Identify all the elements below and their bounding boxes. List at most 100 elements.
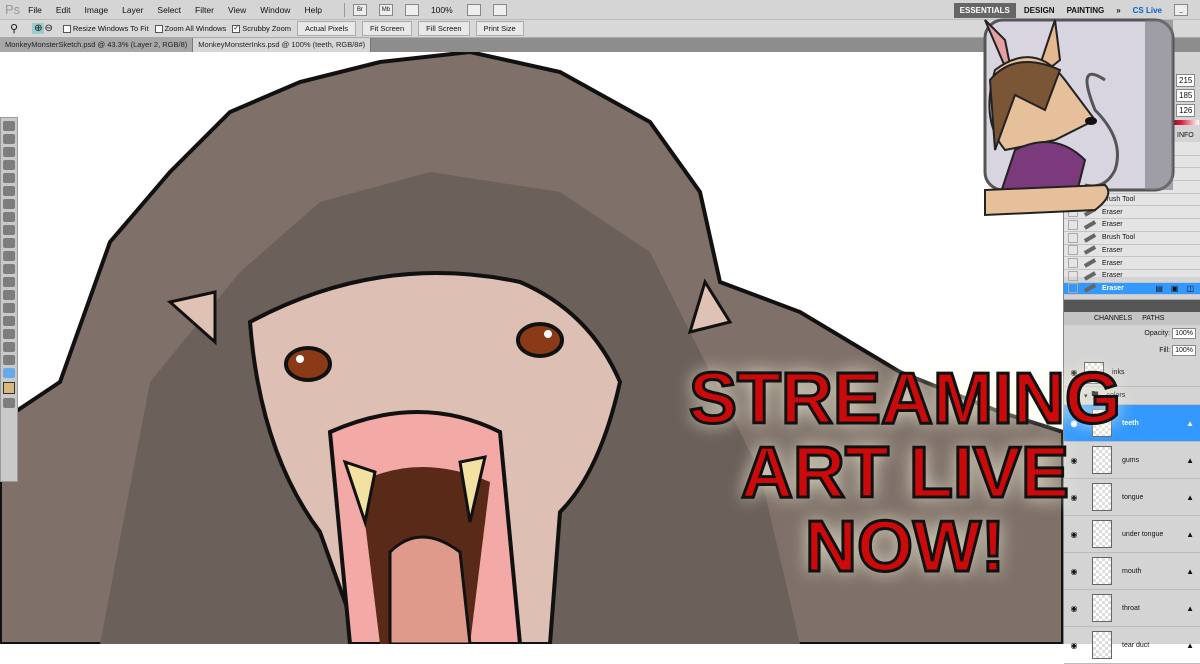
layers-tabs: CHANNELS PATHS (1064, 312, 1200, 325)
history-label: Brush Tool (1102, 234, 1135, 242)
zoom-tool-icon[interactable] (3, 368, 15, 378)
zoom-level-select[interactable]: 100% (431, 5, 453, 15)
menu-file[interactable]: File (28, 5, 42, 15)
move-tool-icon[interactable] (3, 121, 15, 131)
minibridge-icon[interactable]: Mb (378, 3, 393, 16)
panel-divider (1064, 300, 1200, 312)
lock-icon: ▲ (1186, 418, 1194, 428)
hand-tool-icon[interactable] (3, 355, 15, 365)
snapshot-source-box[interactable] (1068, 245, 1078, 256)
scrubby-zoom-label: Scrubby Zoom (242, 24, 292, 33)
shape-tool-icon[interactable] (3, 342, 15, 352)
history-brush-tool-icon[interactable] (3, 238, 15, 248)
layer-row[interactable]: ◉ tear duct ▲ (1064, 627, 1200, 664)
menu-image[interactable]: Image (85, 5, 109, 15)
layer-name: tear duct (1122, 641, 1150, 649)
tab-inks[interactable]: MonkeyMonsterInks.psd @ 100% (teeth, RGB… (193, 38, 372, 52)
resize-windows-checkbox[interactable] (62, 24, 71, 33)
zoom-all-checkbox[interactable] (154, 24, 163, 33)
dodge-tool-icon[interactable] (3, 290, 15, 300)
minimize-button[interactable]: _ (1174, 4, 1188, 16)
eraser-tool-icon[interactable] (3, 251, 15, 261)
lock-icon: ▲ (1186, 603, 1194, 613)
snapshot-source-box[interactable] (1068, 283, 1078, 294)
snapshot-source-box[interactable] (1068, 258, 1078, 269)
zoom-tool-icon[interactable]: ⚲ (10, 22, 18, 35)
lock-icon: ▲ (1186, 640, 1194, 650)
snapshot-source-box[interactable] (1068, 270, 1078, 281)
layer-thumbnail (1092, 631, 1112, 659)
scrubby-zoom-checkbox[interactable]: ✓ (232, 24, 241, 33)
new-snapshot-icon[interactable]: ▣ (1171, 284, 1179, 293)
opacity-label: Opacity: (1144, 330, 1171, 337)
bridge-icon[interactable]: Br (352, 3, 367, 16)
blur-tool-icon[interactable] (3, 277, 15, 287)
layer-name: throat (1122, 604, 1140, 612)
brush-tool-icon[interactable] (3, 212, 15, 222)
pen-tool-icon[interactable] (3, 303, 15, 313)
bucket-tool-icon[interactable] (3, 264, 15, 274)
opacity-row: Opacity: 100% (1064, 325, 1200, 342)
extras-icon[interactable] (404, 3, 419, 16)
quick-mask-icon[interactable] (3, 398, 15, 408)
fill-input[interactable]: 100% (1172, 345, 1196, 356)
screen-mode-icon[interactable] (492, 3, 507, 16)
path-select-tool-icon[interactable] (3, 329, 15, 339)
foreground-color-swatch[interactable] (3, 382, 15, 394)
eraser-icon (1083, 258, 1097, 268)
stamp-tool-icon[interactable] (3, 225, 15, 235)
color-r-value[interactable]: 215 (1176, 74, 1196, 87)
history-label: Eraser (1102, 259, 1123, 267)
menu-window[interactable]: Window (260, 5, 290, 15)
resize-windows-label: Resize Windows To Fit (72, 24, 149, 33)
actual-pixels-button[interactable]: Actual Pixels (297, 21, 356, 36)
eraser-icon (1083, 245, 1097, 256)
streaming-overlay-text: STREAMING ART LIVE NOW! (640, 361, 1170, 587)
history-state[interactable]: Eraser (1064, 257, 1200, 270)
trash-icon[interactable]: ◫ (1186, 284, 1194, 293)
menu-view[interactable]: View (228, 5, 246, 15)
menu-filter[interactable]: Filter (195, 5, 214, 15)
opacity-input[interactable]: 100% (1172, 328, 1196, 339)
lasso-tool-icon[interactable] (3, 147, 15, 157)
zoom-out-icon[interactable]: ⊖ (44, 23, 52, 34)
crop-tool-icon[interactable] (3, 173, 15, 183)
fill-screen-button[interactable]: Fill Screen (418, 21, 470, 36)
history-label: Eraser (1102, 272, 1123, 280)
fit-screen-button[interactable]: Fit Screen (361, 21, 413, 36)
print-size-button[interactable]: Print Size (475, 21, 524, 36)
zoom-in-icon[interactable]: ⊕ (32, 23, 45, 34)
fill-row: Fill: 100% (1064, 342, 1200, 359)
lock-icon: ▲ (1186, 566, 1194, 576)
zoom-all-label: Zoom All Windows (164, 24, 227, 33)
streamer-avatar (983, 18, 1175, 217)
tab-channels[interactable]: CHANNELS (1094, 315, 1132, 322)
arrange-icon[interactable] (466, 3, 481, 16)
history-state[interactable]: Eraser (1064, 245, 1200, 258)
healing-tool-icon[interactable] (3, 199, 15, 209)
menu-layer[interactable]: Layer (122, 5, 143, 15)
menu-select[interactable]: Select (157, 5, 181, 15)
visibility-eye-icon[interactable]: ◉ (1064, 604, 1084, 613)
eyedropper-tool-icon[interactable] (3, 186, 15, 196)
fill-label: Fill: (1159, 347, 1171, 354)
type-tool-icon[interactable] (3, 316, 15, 326)
layer-row[interactable]: ◉ throat ▲ (1064, 590, 1200, 627)
tab-sketch[interactable]: MonkeyMonsterSketch.psd @ 43.3% (Layer 2… (0, 38, 194, 52)
snapshot-source-box[interactable] (1068, 232, 1078, 243)
brush-icon (1083, 232, 1097, 243)
info-tab[interactable]: INFO (1177, 132, 1194, 139)
color-b-value[interactable]: 126 (1176, 104, 1196, 117)
quick-select-tool-icon[interactable] (3, 160, 15, 170)
color-g-value[interactable]: 185 (1176, 89, 1196, 102)
menu-edit[interactable]: Edit (56, 5, 71, 15)
history-label: Eraser (1102, 284, 1124, 292)
lock-icon: ▲ (1186, 529, 1194, 539)
new-document-icon[interactable]: ▤ (1155, 284, 1163, 293)
menu-help[interactable]: Help (304, 5, 321, 15)
tab-paths[interactable]: PATHS (1142, 315, 1164, 322)
overlay-line: NOW! (804, 507, 1007, 587)
history-state[interactable]: Brush Tool (1064, 232, 1200, 245)
visibility-eye-icon[interactable]: ◉ (1064, 641, 1084, 650)
marquee-tool-icon[interactable] (3, 134, 15, 144)
